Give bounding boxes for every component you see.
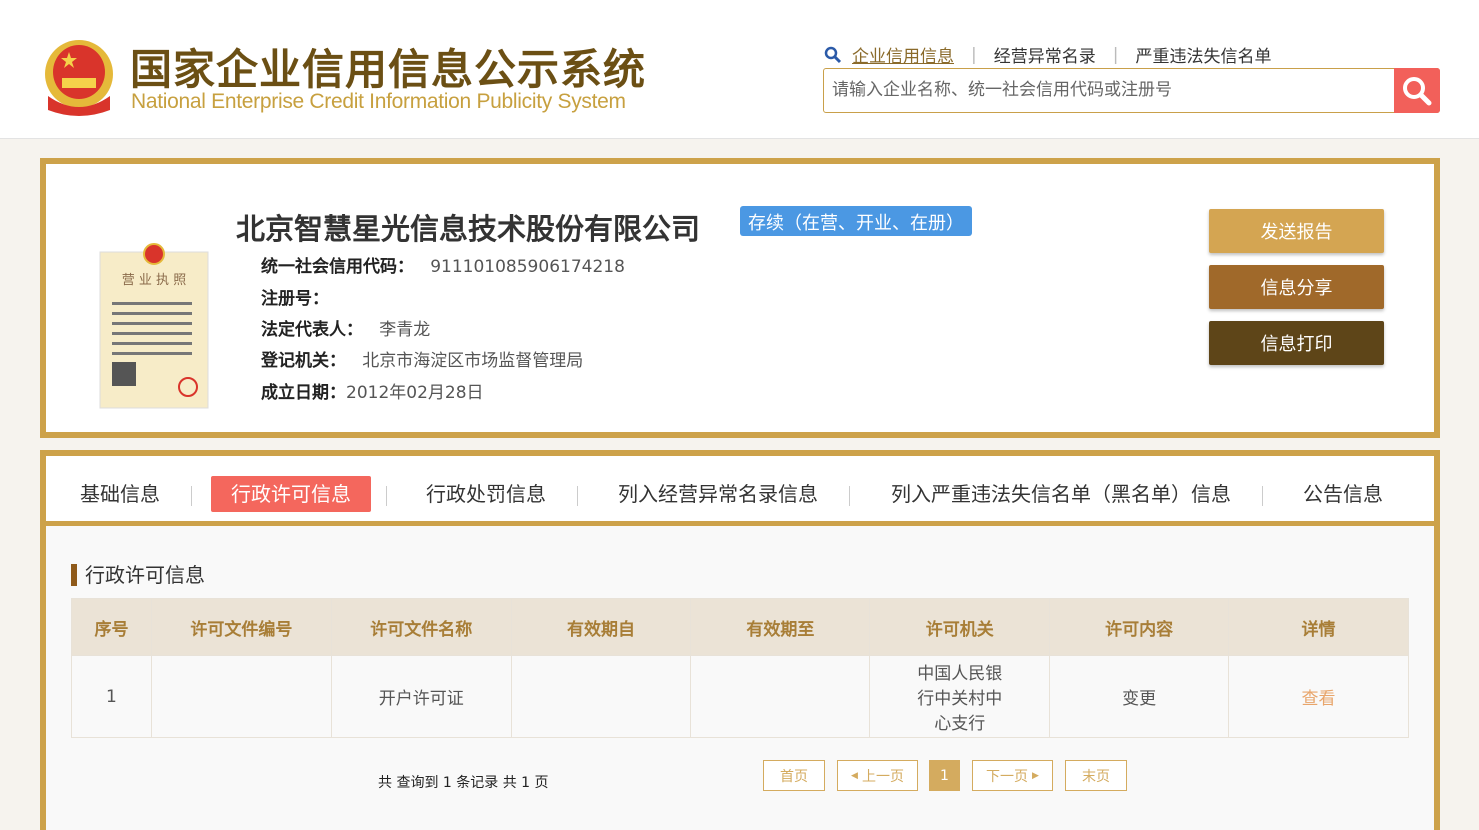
prev-page-button[interactable]: ◀ 上一页 — [837, 760, 918, 791]
share-info-button[interactable]: 信息分享 — [1209, 265, 1384, 309]
tab-announcements[interactable]: 公告信息 — [1283, 476, 1403, 512]
field-est-date: 成立日期：2012年02月28日 — [261, 378, 484, 403]
field-label: 统一社会信用代码： — [261, 257, 414, 277]
cell-file-no — [150, 655, 332, 738]
company-card: 营 业 执 照 北京智慧星光信息技术股份有限公司 存续（在营、开业、在册） 统一… — [40, 158, 1440, 438]
field-label: 登记机关： — [261, 351, 346, 371]
field-value: 911101085906174218 — [430, 257, 625, 277]
column-header: 有效期自 — [510, 598, 692, 656]
field-legal-rep: 法定代表人： 李青龙 — [261, 315, 430, 340]
tab-basic-info[interactable]: 基础信息 — [60, 476, 180, 512]
section-title: 行政许可信息 — [71, 564, 205, 586]
svg-text:营 业 执 照: 营 业 执 照 — [122, 273, 186, 288]
link-enterprise-credit[interactable]: 企业信用信息 — [852, 42, 954, 67]
next-label: 下一页 — [986, 768, 1029, 785]
cell-valid-to — [690, 655, 871, 738]
first-page-button[interactable]: 首页 — [763, 760, 825, 791]
divider — [849, 486, 850, 506]
search-input[interactable] — [824, 69, 1384, 111]
link-abnormal-list[interactable]: 经营异常名录 — [994, 42, 1096, 67]
site-title-en: National Enterprise Credit Information P… — [131, 90, 626, 113]
table-header: 序号 许可文件编号 许可文件名称 有效期自 有效期至 许可机关 许可内容 详情 — [71, 598, 1409, 656]
field-value: 北京市海淀区市场监督管理局 — [362, 351, 584, 371]
cell-valid-from — [510, 655, 692, 738]
search-box — [823, 68, 1440, 113]
site-header: 国家企业信用信息公示系统 National Enterprise Credit … — [0, 0, 1479, 139]
print-info-button[interactable]: 信息打印 — [1209, 321, 1384, 365]
field-label: 法定代表人： — [261, 320, 363, 340]
tab-blacklist[interactable]: 列入严重违法失信名单（黑名单）信息 — [871, 476, 1251, 512]
column-header: 许可内容 — [1049, 598, 1230, 656]
tab-admin-license[interactable]: 行政许可信息 — [211, 476, 371, 512]
column-header: 许可文件编号 — [150, 598, 332, 656]
next-page-button[interactable]: 下一页 ▶ — [972, 760, 1053, 791]
divider — [577, 486, 578, 506]
cell-detail: 查看 — [1228, 655, 1409, 738]
column-header: 详情 — [1228, 598, 1409, 656]
divider — [386, 486, 387, 506]
column-header: 有效期至 — [690, 598, 871, 656]
field-label: 注册号： — [261, 289, 329, 309]
search-button[interactable] — [1394, 68, 1440, 113]
license-table: 序号 许可文件编号 许可文件名称 有效期自 有效期至 许可机关 许可内容 详情 … — [71, 598, 1409, 738]
cell-file-name: 开户许可证 — [330, 655, 512, 738]
pager-summary: 共 查询到 1 条记录 共 1 页 — [378, 775, 549, 791]
field-label: 成立日期： — [261, 383, 346, 403]
field-reg-no: 注册号： — [261, 284, 329, 309]
field-value: 李青龙 — [379, 320, 431, 340]
table-row: 1 开户许可证 中国人民银行中关村中心支行 变更 查看 — [71, 655, 1409, 738]
top-links: 企业信用信息 | 经营异常名录 | 严重违法失信名单 — [824, 42, 1271, 67]
divider — [191, 486, 192, 506]
caret-left-icon: ◀ — [851, 770, 858, 781]
tab-abnormal-list[interactable]: 列入经营异常名录信息 — [598, 476, 838, 512]
link-blacklist[interactable]: 严重违法失信名单 — [1135, 42, 1271, 67]
column-header: 许可文件名称 — [330, 598, 512, 656]
site-title-cn: 国家企业信用信息公示系统 — [130, 45, 647, 94]
current-page[interactable]: 1 — [929, 760, 960, 791]
detail-panel: 基础信息 行政许可信息 行政处罚信息 列入经营异常名录信息 列入严重违法失信名单… — [40, 450, 1440, 830]
last-page-button[interactable]: 末页 — [1065, 760, 1127, 791]
cell-content: 变更 — [1049, 655, 1230, 738]
cell-no: 1 — [71, 655, 152, 738]
field-authority: 登记机关： 北京市海淀区市场监督管理局 — [261, 346, 583, 371]
column-header: 序号 — [71, 598, 152, 656]
tab-admin-penalty[interactable]: 行政处罚信息 — [406, 476, 566, 512]
caret-right-icon: ▶ — [1032, 770, 1039, 781]
divider — [1262, 486, 1263, 506]
cell-authority: 中国人民银行中关村中心支行 — [869, 655, 1051, 738]
field-value: 2012年02月28日 — [346, 383, 484, 403]
prev-label: 上一页 — [861, 768, 904, 785]
divider: | — [971, 44, 977, 65]
column-header: 许可机关 — [869, 598, 1051, 656]
divider: | — [1112, 44, 1119, 65]
company-name: 北京智慧星光信息技术股份有限公司 — [236, 212, 701, 246]
field-credit-code: 统一社会信用代码： 911101085906174218 — [261, 252, 625, 277]
search-icon — [824, 46, 842, 63]
send-report-button[interactable]: 发送报告 — [1209, 209, 1384, 253]
search-icon — [1403, 76, 1432, 105]
national-emblem-logo — [45, 40, 113, 116]
tab-bar: 基础信息 行政许可信息 行政处罚信息 列入经营异常名录信息 列入严重违法失信名单… — [46, 456, 1434, 526]
business-license-image: 营 业 执 照 — [99, 243, 209, 409]
status-badge: 存续（在营、开业、在册） — [740, 206, 972, 236]
view-detail-link[interactable]: 查看 — [1302, 689, 1336, 709]
